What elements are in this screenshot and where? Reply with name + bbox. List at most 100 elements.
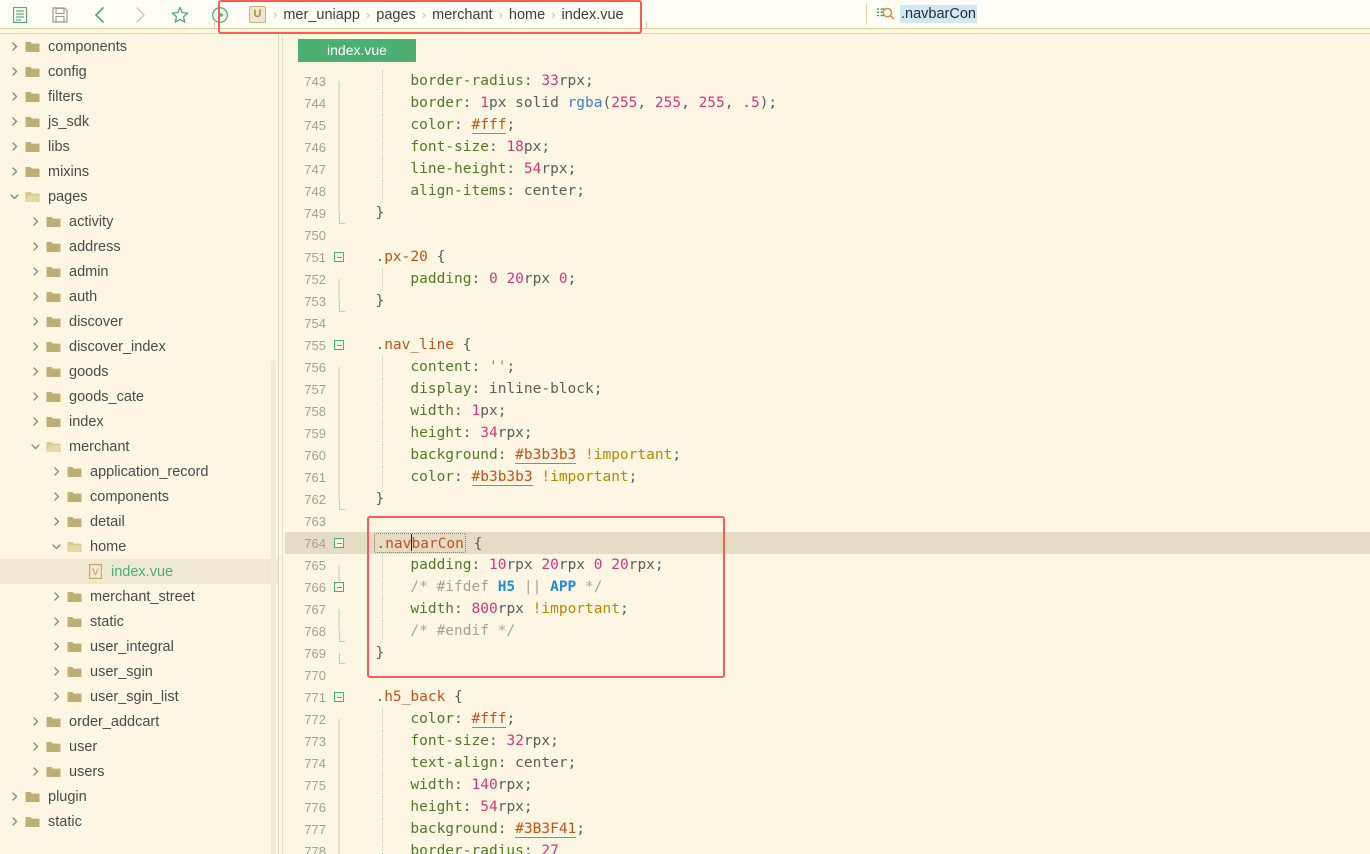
chevron-right-icon[interactable] xyxy=(6,34,22,59)
tree-item-user-integral[interactable]: user_integral xyxy=(0,634,278,659)
tree-item-user[interactable]: user xyxy=(0,734,278,759)
code-line[interactable]: 744 border: 1px solid rgba(255, 255, 255… xyxy=(285,92,1370,125)
code-line[interactable]: 769 } xyxy=(285,642,1370,664)
file-explorer-sidebar[interactable]: components config filters js_sdk libs mixins p… xyxy=(0,34,278,854)
code-line[interactable]: 760 background: #b3b3b3 !important; xyxy=(285,444,1370,477)
chevron-right-icon[interactable] xyxy=(27,709,43,734)
tree-item-admin[interactable]: admin xyxy=(0,259,278,284)
tab-index-vue[interactable]: index.vue xyxy=(298,39,416,62)
code-line[interactable]: 764 .navbarCon { xyxy=(285,532,1370,554)
breadcrumb-item-index-vue[interactable]: index.vue xyxy=(558,7,628,23)
tree-item-plugin[interactable]: plugin xyxy=(0,784,278,809)
tree-item-components[interactable]: components xyxy=(0,484,278,509)
tree-item-home[interactable]: home xyxy=(0,534,278,559)
chevron-right-icon[interactable] xyxy=(48,459,64,484)
code-line[interactable]: 757 display: inline-block; xyxy=(285,378,1370,411)
chevron-right-icon[interactable] xyxy=(27,334,43,359)
chevron-right-icon[interactable] xyxy=(27,234,43,259)
run-icon[interactable] xyxy=(200,1,240,28)
code-line[interactable]: 756 content: ''; xyxy=(285,356,1370,389)
tree-item-detail[interactable]: detail xyxy=(0,509,278,534)
tree-item-index-vue[interactable]: Vindex.vue xyxy=(0,559,278,584)
tree-item-static[interactable]: static xyxy=(0,609,278,634)
fold-collapse-icon[interactable] xyxy=(328,340,350,350)
star-icon[interactable] xyxy=(160,1,200,28)
chevron-right-icon[interactable] xyxy=(27,359,43,384)
back-icon[interactable] xyxy=(80,1,120,28)
tree-item-discover[interactable]: discover xyxy=(0,309,278,334)
tree-item-user-sgin-list[interactable]: user_sgin_list xyxy=(0,684,278,709)
code-line[interactable]: 774 text-align: center; xyxy=(285,752,1370,785)
code-line[interactable]: 743 border-radius: 33rpx; xyxy=(285,70,1370,103)
tree-item-libs[interactable]: libs xyxy=(0,134,278,159)
chevron-down-icon[interactable] xyxy=(48,534,64,559)
fold-collapse-icon[interactable] xyxy=(328,582,350,592)
tree-item-config[interactable]: config xyxy=(0,59,278,84)
tree-item-merchant-street[interactable]: merchant_street xyxy=(0,584,278,609)
search-input[interactable]: .navbarCon xyxy=(900,5,977,23)
code-line[interactable]: 770 xyxy=(285,664,1370,686)
code-line[interactable]: 761 color: #b3b3b3 !important; xyxy=(285,466,1370,499)
code-line[interactable]: 745 color: #fff; xyxy=(285,114,1370,147)
code-line[interactable]: 754 xyxy=(285,312,1370,334)
code-line[interactable]: 762 } xyxy=(285,488,1370,510)
chevron-right-icon[interactable] xyxy=(48,659,64,684)
code-line[interactable]: 753 } xyxy=(285,290,1370,312)
code-line[interactable]: 747 line-height: 54rpx; xyxy=(285,158,1370,191)
tree-item-users[interactable]: users xyxy=(0,759,278,784)
tree-item-user-sgin[interactable]: user_sgin xyxy=(0,659,278,684)
chevron-right-icon[interactable] xyxy=(27,409,43,434)
sidebar-scrollbar[interactable] xyxy=(271,360,276,854)
chevron-right-icon[interactable] xyxy=(48,684,64,709)
chevron-right-icon[interactable] xyxy=(27,309,43,334)
forward-icon[interactable] xyxy=(120,1,160,28)
chevron-down-icon[interactable] xyxy=(27,434,43,459)
chevron-right-icon[interactable] xyxy=(27,284,43,309)
chevron-right-icon[interactable] xyxy=(6,784,22,809)
save-icon[interactable] xyxy=(40,1,80,28)
chevron-right-icon[interactable] xyxy=(27,209,43,234)
code-line[interactable]: 775 width: 140rpx; xyxy=(285,774,1370,807)
tree-item-order-addcart[interactable]: order_addcart xyxy=(0,709,278,734)
chevron-right-icon[interactable] xyxy=(48,634,64,659)
tree-item-mixins[interactable]: mixins xyxy=(0,159,278,184)
code-line[interactable]: 749 } xyxy=(285,202,1370,224)
code-line[interactable]: 746 font-size: 18px; xyxy=(285,136,1370,169)
breadcrumb-item-home[interactable]: home xyxy=(505,7,549,23)
code-line[interactable]: 765 padding: 10rpx 20rpx 0 20rpx; xyxy=(285,554,1370,587)
code-line[interactable]: 766 /* #ifdef H5 || APP */ xyxy=(285,576,1370,598)
tree-item-goods-cate[interactable]: goods_cate xyxy=(0,384,278,409)
search-box[interactable]: .navbarCon xyxy=(875,2,977,26)
code-line[interactable]: 777 background: #3B3F41; xyxy=(285,818,1370,851)
tree-item-activity[interactable]: activity xyxy=(0,209,278,234)
code-line[interactable]: 778 border-radius: 27 xyxy=(285,840,1370,854)
code-line[interactable]: 763 xyxy=(285,510,1370,532)
tree-item-components[interactable]: components xyxy=(0,34,278,59)
code-line[interactable]: 759 height: 34rpx; xyxy=(285,422,1370,455)
code-line[interactable]: 767 width: 800rpx !important; xyxy=(285,598,1370,631)
project-list-icon[interactable] xyxy=(0,1,40,28)
code-line[interactable]: 773 font-size: 32rpx; xyxy=(285,730,1370,763)
selected-selector-token[interactable]: .navbarCon xyxy=(374,533,466,553)
tree-item-auth[interactable]: auth xyxy=(0,284,278,309)
breadcrumb-item-merchant[interactable]: merchant xyxy=(428,7,496,23)
code-line[interactable]: 755 .nav_line { xyxy=(285,334,1370,356)
tree-item-pages[interactable]: pages xyxy=(0,184,278,209)
tree-item-goods[interactable]: goods xyxy=(0,359,278,384)
fold-collapse-icon[interactable] xyxy=(328,252,350,262)
code-line[interactable]: 752 padding: 0 20rpx 0; xyxy=(285,268,1370,301)
chevron-right-icon[interactable] xyxy=(6,109,22,134)
code-line[interactable]: 772 color: #fff; xyxy=(285,708,1370,741)
chevron-right-icon[interactable] xyxy=(6,134,22,159)
tree-item-application-record[interactable]: application_record xyxy=(0,459,278,484)
chevron-right-icon[interactable] xyxy=(27,759,43,784)
tree-item-static[interactable]: static xyxy=(0,809,278,834)
code-line[interactable]: 776 height: 54rpx; xyxy=(285,796,1370,829)
tree-item-filters[interactable]: filters xyxy=(0,84,278,109)
chevron-right-icon[interactable] xyxy=(48,509,64,534)
fold-collapse-icon[interactable] xyxy=(328,538,350,548)
tree-item-discover-index[interactable]: discover_index xyxy=(0,334,278,359)
chevron-right-icon[interactable] xyxy=(27,384,43,409)
code-content[interactable]: 743 border-radius: 33rpx; 744 border: 1px… xyxy=(285,70,1370,854)
tree-item-index[interactable]: index xyxy=(0,409,278,434)
